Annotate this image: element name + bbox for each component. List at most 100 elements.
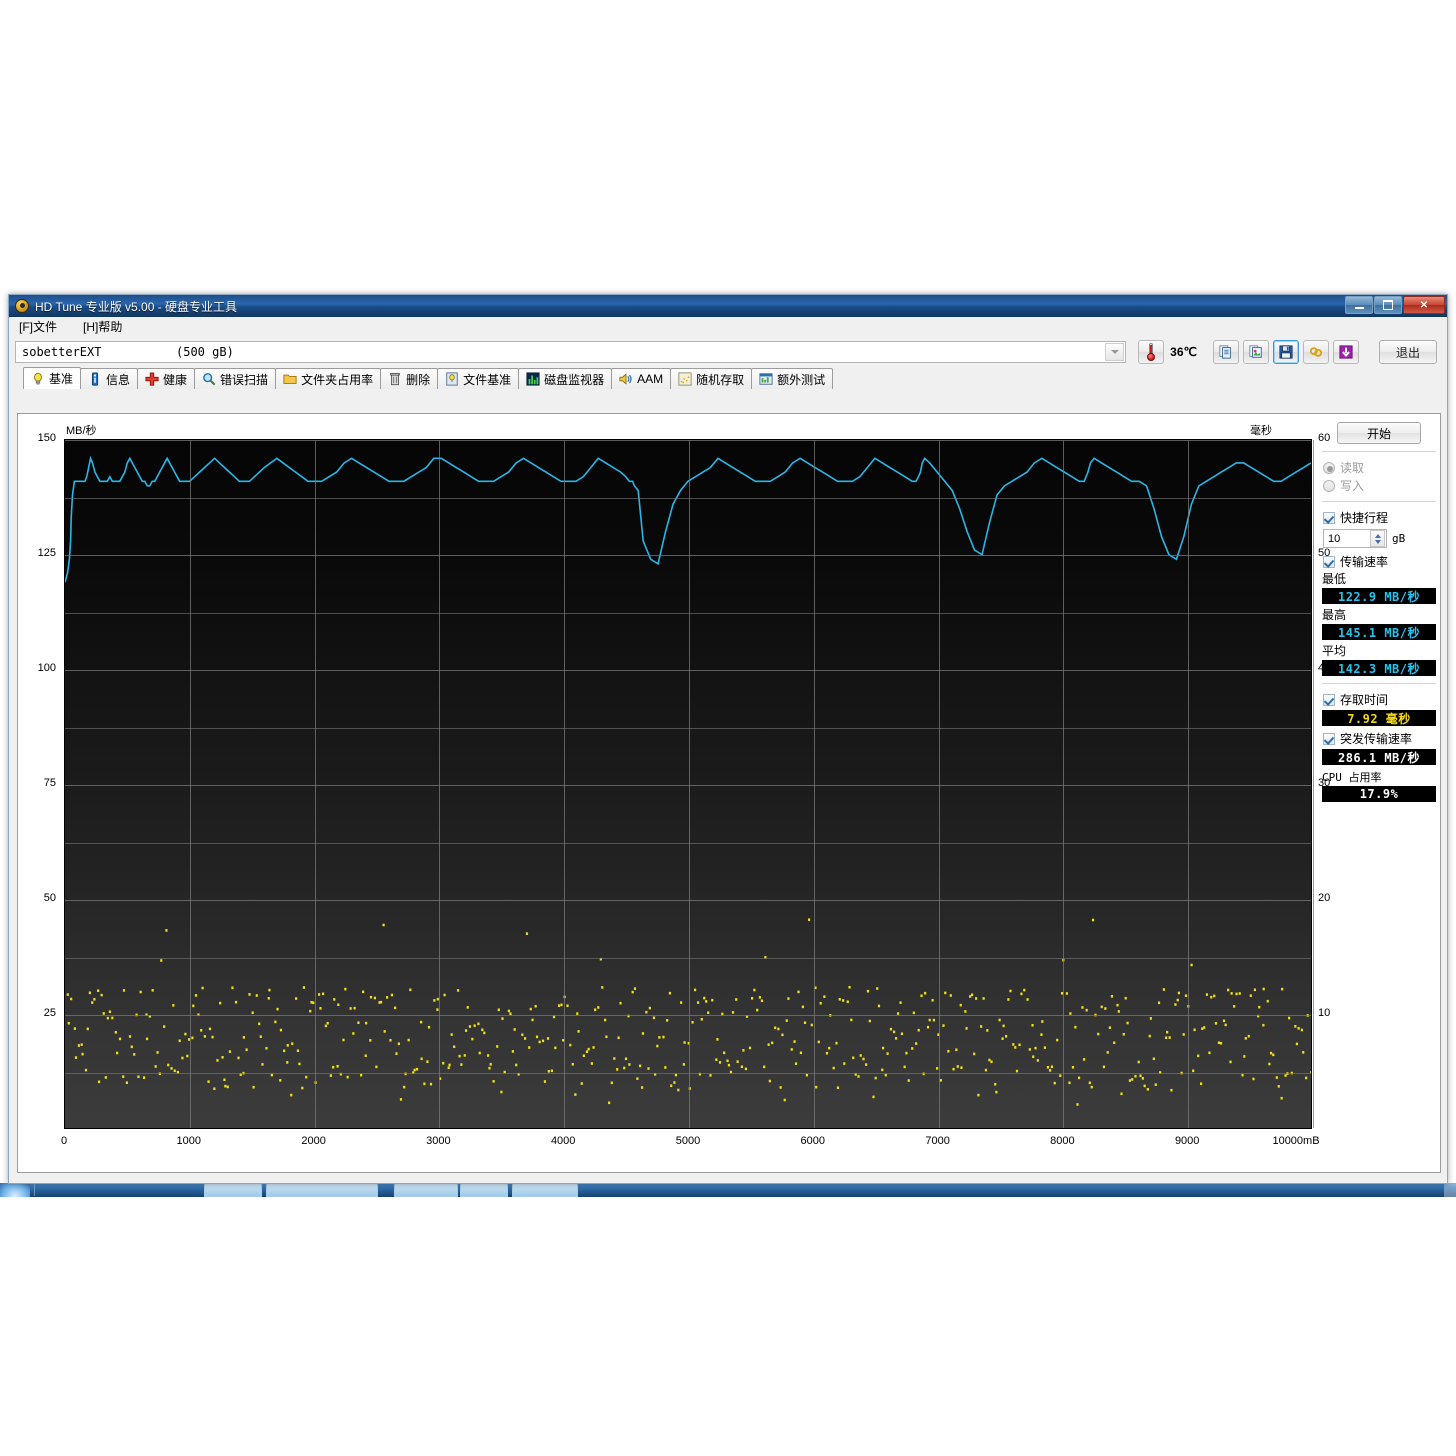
copy-image-icon[interactable] <box>1243 340 1269 364</box>
access-time-point <box>309 1009 312 1013</box>
tab-erase[interactable]: 删除 <box>380 368 439 389</box>
title-bar[interactable]: HD Tune 专业版 v5.00 - 硬盘专业工具 ✕ <box>9 295 1447 317</box>
access-time-point <box>641 1032 645 1035</box>
access-time-point <box>259 1035 262 1038</box>
access-time-point <box>365 1021 368 1025</box>
access-time-point <box>624 1057 628 1061</box>
save-icon[interactable] <box>1273 340 1299 364</box>
access-time-point <box>163 1025 166 1028</box>
window-controls[interactable]: ✕ <box>1345 296 1445 314</box>
access-time-point <box>1068 1081 1071 1085</box>
access-time-point <box>73 1027 76 1030</box>
menu-file[interactable]: [F]文件 <box>19 318 57 335</box>
exit-button[interactable]: 退出 <box>1379 340 1437 364</box>
access-time-point <box>1165 1036 1168 1040</box>
taskbar-button[interactable] <box>512 1183 578 1197</box>
menu-help[interactable]: [H]帮助 <box>83 318 122 335</box>
trash-icon <box>390 372 400 386</box>
stepper-arrows[interactable] <box>1370 530 1385 547</box>
access-time-point <box>980 1025 983 1028</box>
access-time-point <box>267 996 270 1000</box>
close-button[interactable]: ✕ <box>1403 296 1445 314</box>
checkbox-transfer-rate-icon[interactable] <box>1323 555 1335 568</box>
access-time-point <box>682 1063 686 1066</box>
access-time-point <box>154 1065 157 1068</box>
access-time-point <box>866 989 870 993</box>
access-time-point <box>302 986 306 989</box>
checkbox-transfer-rate[interactable]: 传输速率 <box>1320 553 1438 570</box>
drive-selector-combobox[interactable]: sobetterEXT (500 gB) <box>15 341 1127 363</box>
access-time-point <box>521 1033 524 1037</box>
gridline-vertical <box>189 440 191 1128</box>
access-time-point <box>242 1036 246 1039</box>
maximize-button[interactable] <box>1374 296 1402 314</box>
access-time-point <box>433 999 436 1002</box>
access-time-point <box>645 1010 648 1014</box>
tab-error-scan[interactable]: 错误扫描 <box>194 368 277 389</box>
access-time-point <box>988 1058 991 1062</box>
download-icon[interactable] <box>1333 340 1359 364</box>
access-time-point <box>385 996 389 999</box>
access-time-point <box>640 1086 644 1089</box>
quick-scan-size-row[interactable]: 10 gB <box>1320 529 1438 548</box>
minimize-button[interactable] <box>1345 296 1373 314</box>
start-orb[interactable] <box>0 1183 30 1197</box>
menu-bar[interactable]: [F]文件 [H]帮助 <box>9 317 1447 337</box>
tab-benchmark[interactable]: 基准 <box>23 367 82 389</box>
radio-write[interactable]: 写入 <box>1320 477 1438 494</box>
settings-icon[interactable] <box>1303 340 1329 364</box>
access-time-point <box>298 1062 301 1066</box>
checkbox-burst-rate[interactable]: 突发传输速率 <box>1320 730 1438 747</box>
access-time-point <box>226 1085 229 1089</box>
checkbox-quick-scan[interactable]: 快捷行程 <box>1320 509 1438 526</box>
access-time-point <box>638 1064 642 1068</box>
checkbox-quick-scan-icon[interactable] <box>1323 511 1335 524</box>
radio-read-icon[interactable] <box>1323 461 1335 474</box>
tab-random-access[interactable]: 随机存取 <box>670 368 753 389</box>
tab-disk-monitor[interactable]: 磁盘监视器 <box>518 368 613 389</box>
hdtune-window: HD Tune 专业版 v5.00 - 硬盘专业工具 ✕ [F]文件 [H]帮助… <box>8 294 1448 1184</box>
windows-taskbar[interactable] <box>0 1183 1456 1197</box>
access-time-point <box>382 923 385 927</box>
x-tick: 0 <box>60 1135 68 1147</box>
tab-extra-tests[interactable]: 额外测试 <box>751 368 834 389</box>
tab-file-benchmark[interactable]: 文件基准 <box>437 368 520 389</box>
tab-health[interactable]: 健康 <box>137 368 196 389</box>
show-desktop-button[interactable] <box>1444 1183 1456 1197</box>
tab-aam[interactable]: AAM <box>611 368 672 389</box>
checkbox-access-time[interactable]: 存取时间 <box>1320 691 1438 708</box>
radio-read[interactable]: 读取 <box>1320 459 1438 476</box>
checkbox-burst-rate-icon[interactable] <box>1323 732 1335 745</box>
temperature-button[interactable] <box>1138 340 1165 364</box>
access-time-point <box>1219 1041 1223 1045</box>
access-time-point <box>1032 1055 1035 1059</box>
tab-label: AAM <box>637 372 664 386</box>
quick-scan-stepper[interactable]: 10 <box>1323 529 1387 548</box>
access-time-point <box>523 1037 527 1040</box>
access-time-point <box>409 988 412 992</box>
tab-info[interactable]: 信息 <box>80 368 139 389</box>
checkbox-access-time-icon[interactable] <box>1323 693 1335 706</box>
taskbar-button[interactable] <box>266 1183 378 1197</box>
window-title: HD Tune 专业版 v5.00 - 硬盘专业工具 <box>35 299 238 314</box>
access-time-point <box>488 1066 491 1070</box>
start-button[interactable]: 开始 <box>1337 422 1421 444</box>
taskbar-button[interactable] <box>394 1183 458 1197</box>
copy-icon[interactable] <box>1213 340 1239 364</box>
taskbar-button[interactable] <box>460 1183 508 1197</box>
tab-folder-usage[interactable]: 文件夹占用率 <box>275 368 382 389</box>
access-time-point <box>711 998 714 1002</box>
taskbar-button[interactable] <box>204 1183 262 1197</box>
access-time-point <box>1076 1103 1079 1106</box>
radio-write-icon[interactable] <box>1323 479 1335 492</box>
access-time-point <box>507 1009 510 1013</box>
access-time-point <box>1262 1023 1265 1027</box>
chevron-down-icon[interactable] <box>1105 343 1125 361</box>
access-time-point <box>106 1016 109 1020</box>
extra-test-icon <box>759 373 773 385</box>
x-tick: 7000 <box>925 1135 950 1147</box>
tab-strip[interactable]: 基准 信息 健康 错误扫描 文件夹占用率 删除 文件基准 磁盘监视器 AAM 随… <box>9 367 1447 389</box>
access-time-point <box>172 1004 175 1007</box>
access-time-point <box>658 1036 661 1039</box>
access-time-point <box>415 1067 419 1071</box>
